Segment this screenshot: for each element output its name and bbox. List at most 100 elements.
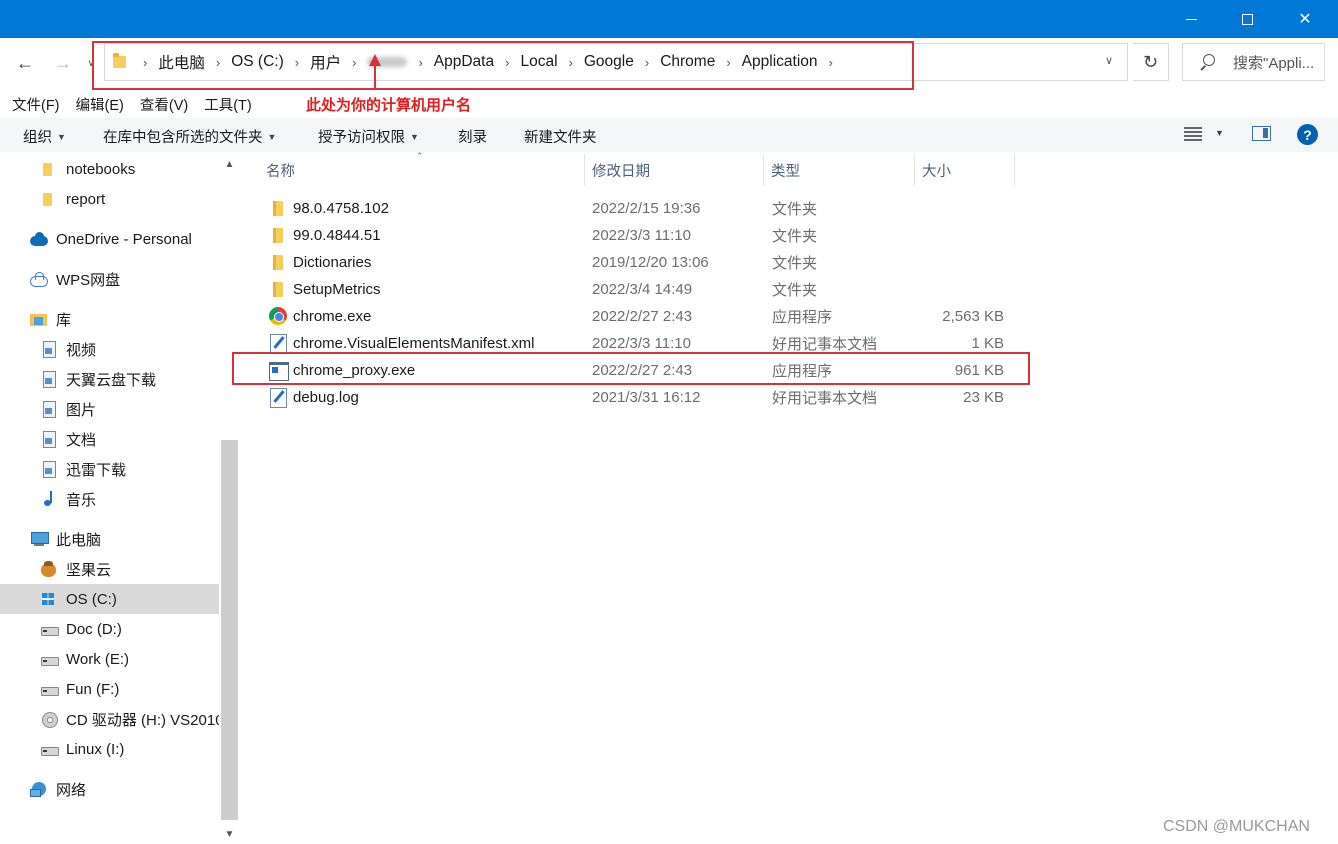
sidebar-item-linux-i[interactable]: Linux (I:): [40, 734, 219, 764]
chevron-right-icon[interactable]: ›: [569, 55, 573, 70]
burn-button[interactable]: 刻录: [458, 126, 487, 147]
back-button[interactable]: ←: [12, 50, 38, 76]
sidebar-item-xunlei-download[interactable]: 迅雷下载: [40, 454, 219, 484]
file-name: chrome_proxy.exe: [293, 362, 416, 379]
file-row[interactable]: 98.0.4758.102 2022/2/15 19:36 文件夹: [264, 195, 1024, 222]
column-header-type[interactable]: 类型: [765, 154, 913, 186]
sidebar-item-nutstore[interactable]: 坚果云: [40, 554, 219, 584]
scroll-up-arrow-icon[interactable]: ▲: [219, 154, 240, 174]
sidebar-item-label: CD 驱动器 (H:) VS2010: [66, 711, 219, 729]
address-bar[interactable]: › 此电脑 › OS (C:) › 用户 › › AppData › Local…: [104, 43, 1128, 81]
sidebar-item-os-c[interactable]: OS (C:): [0, 584, 219, 614]
column-header-modified[interactable]: 修改日期: [586, 154, 762, 186]
sidebar-item-network[interactable]: 网络: [30, 774, 219, 804]
menu-tools[interactable]: 工具(T): [204, 90, 252, 116]
chevron-right-icon[interactable]: ›: [295, 55, 299, 70]
sidebar-item-report[interactable]: report: [40, 184, 219, 214]
sidebar-item-work-e[interactable]: Work (E:): [40, 644, 219, 674]
folder-icon: [268, 226, 288, 244]
file-row[interactable]: SetupMetrics 2022/3/4 14:49 文件夹: [264, 276, 1024, 303]
folder-icon: [113, 53, 126, 68]
breadcrumb-local[interactable]: Local: [520, 53, 557, 71]
window-titlebar: ✕: [0, 0, 1338, 38]
sidebar-item-this-pc[interactable]: 此电脑: [30, 524, 219, 554]
chevron-right-icon[interactable]: ›: [216, 55, 220, 70]
chevron-right-icon[interactable]: ›: [726, 55, 730, 70]
folder-icon: [268, 253, 288, 271]
file-row-chrome-proxy[interactable]: chrome_proxy.exe 2022/2/27 2:43 应用程序 961…: [264, 357, 1024, 384]
forward-button[interactable]: →: [50, 50, 76, 76]
column-header-size[interactable]: 大小: [916, 154, 1014, 186]
minimize-button[interactable]: [1168, 0, 1214, 38]
windows-drive-icon: [40, 591, 58, 607]
chevron-right-icon[interactable]: ›: [645, 55, 649, 70]
maximize-button[interactable]: [1224, 0, 1270, 38]
menu-edit[interactable]: 编辑(E): [76, 90, 124, 116]
document-icon: [40, 461, 58, 478]
arrow-right-icon: →: [54, 52, 72, 73]
include-in-library-button[interactable]: 在库中包含所选的文件夹 ▼: [103, 126, 276, 147]
close-button[interactable]: ✕: [1282, 0, 1328, 38]
app-icon: [268, 361, 289, 381]
sidebar-item-videos[interactable]: 视频: [40, 334, 219, 364]
file-row[interactable]: chrome.exe 2022/2/27 2:43 应用程序 2,563 KB: [264, 303, 1024, 330]
sidebar-item-tianyi-download[interactable]: 天翼云盘下载: [40, 364, 219, 394]
sidebar-item-pictures[interactable]: 图片: [40, 394, 219, 424]
sidebar-item-documents[interactable]: 文档: [40, 424, 219, 454]
breadcrumb-os-c[interactable]: OS (C:): [231, 53, 284, 71]
chevron-right-icon[interactable]: ›: [829, 55, 833, 70]
sidebar-item-onedrive[interactable]: OneDrive - Personal: [30, 224, 219, 254]
preview-pane-icon[interactable]: [1252, 126, 1271, 141]
column-header-name[interactable]: 名称: [260, 154, 584, 186]
sidebar-scrollbar[interactable]: ▲ ▼: [219, 154, 240, 844]
annotation-text: 此处为你的计算机用户名: [306, 97, 472, 114]
address-history-dropdown[interactable]: ∨: [1105, 54, 1113, 67]
sidebar-item-wps-cloud[interactable]: WPS网盘: [30, 264, 219, 294]
view-options-dropdown[interactable]: ▼: [1215, 128, 1224, 138]
file-row[interactable]: chrome.VisualElementsManifest.xml 2022/3…: [264, 330, 1024, 357]
breadcrumb-application[interactable]: Application: [742, 53, 818, 71]
onedrive-icon: [30, 231, 48, 247]
menu-file[interactable]: 文件(F): [12, 90, 60, 116]
view-options-icon[interactable]: [1184, 127, 1202, 141]
file-modified: 2022/3/3 11:10: [592, 335, 691, 352]
search-box[interactable]: 搜索"Appli...: [1182, 43, 1325, 81]
breadcrumb-users[interactable]: 用户: [310, 51, 341, 73]
new-folder-button[interactable]: 新建文件夹: [524, 126, 597, 147]
sidebar-item-label: WPS网盘: [56, 271, 121, 289]
sidebar-item-cd-h[interactable]: CD 驱动器 (H:) VS2010: [40, 704, 219, 734]
file-row[interactable]: debug.log 2021/3/31 16:12 好用记事本文档 23 KB: [264, 384, 1024, 411]
notepad-icon: [268, 334, 288, 354]
organize-button[interactable]: 组织 ▼: [23, 126, 66, 147]
sidebar-item-libraries[interactable]: 库: [30, 304, 219, 334]
scroll-down-arrow-icon[interactable]: ▼: [219, 824, 240, 844]
sidebar-item-notebooks[interactable]: notebooks: [40, 154, 219, 184]
chevron-right-icon[interactable]: ›: [505, 55, 509, 70]
breadcrumb-google[interactable]: Google: [584, 53, 634, 71]
share-with-button[interactable]: 授予访问权限 ▼: [318, 126, 419, 147]
chevron-right-icon[interactable]: ›: [352, 55, 356, 70]
sidebar-item-doc-d[interactable]: Doc (D:): [40, 614, 219, 644]
breadcrumb-chrome[interactable]: Chrome: [660, 53, 715, 71]
recent-locations-button[interactable]: ∨: [82, 50, 100, 76]
chevron-right-icon[interactable]: ›: [143, 55, 147, 70]
chevron-right-icon[interactable]: ›: [418, 55, 422, 70]
sidebar-item-label: 图片: [66, 401, 97, 419]
file-row[interactable]: 99.0.4844.51 2022/3/3 11:10 文件夹: [264, 222, 1024, 249]
help-icon[interactable]: ?: [1297, 124, 1318, 145]
document-icon: [40, 371, 58, 388]
sidebar-item-fun-f[interactable]: Fun (F:): [40, 674, 219, 704]
menu-view[interactable]: 查看(V): [140, 90, 188, 116]
organize-label: 组织: [23, 130, 52, 146]
library-icon: [30, 311, 48, 327]
breadcrumb-appdata[interactable]: AppData: [434, 53, 494, 71]
file-row[interactable]: Dictionaries 2019/12/20 13:06 文件夹: [264, 249, 1024, 276]
video-icon: [40, 341, 58, 358]
scrollbar-thumb[interactable]: [221, 440, 238, 820]
refresh-button[interactable]: ↻: [1133, 43, 1169, 81]
search-input[interactable]: 搜索"Appli...: [1233, 52, 1314, 73]
file-name: SetupMetrics: [293, 281, 381, 298]
file-type: 应用程序: [772, 363, 833, 380]
sidebar-item-music[interactable]: 音乐: [40, 484, 219, 514]
breadcrumb-this-pc[interactable]: 此电脑: [158, 51, 205, 73]
